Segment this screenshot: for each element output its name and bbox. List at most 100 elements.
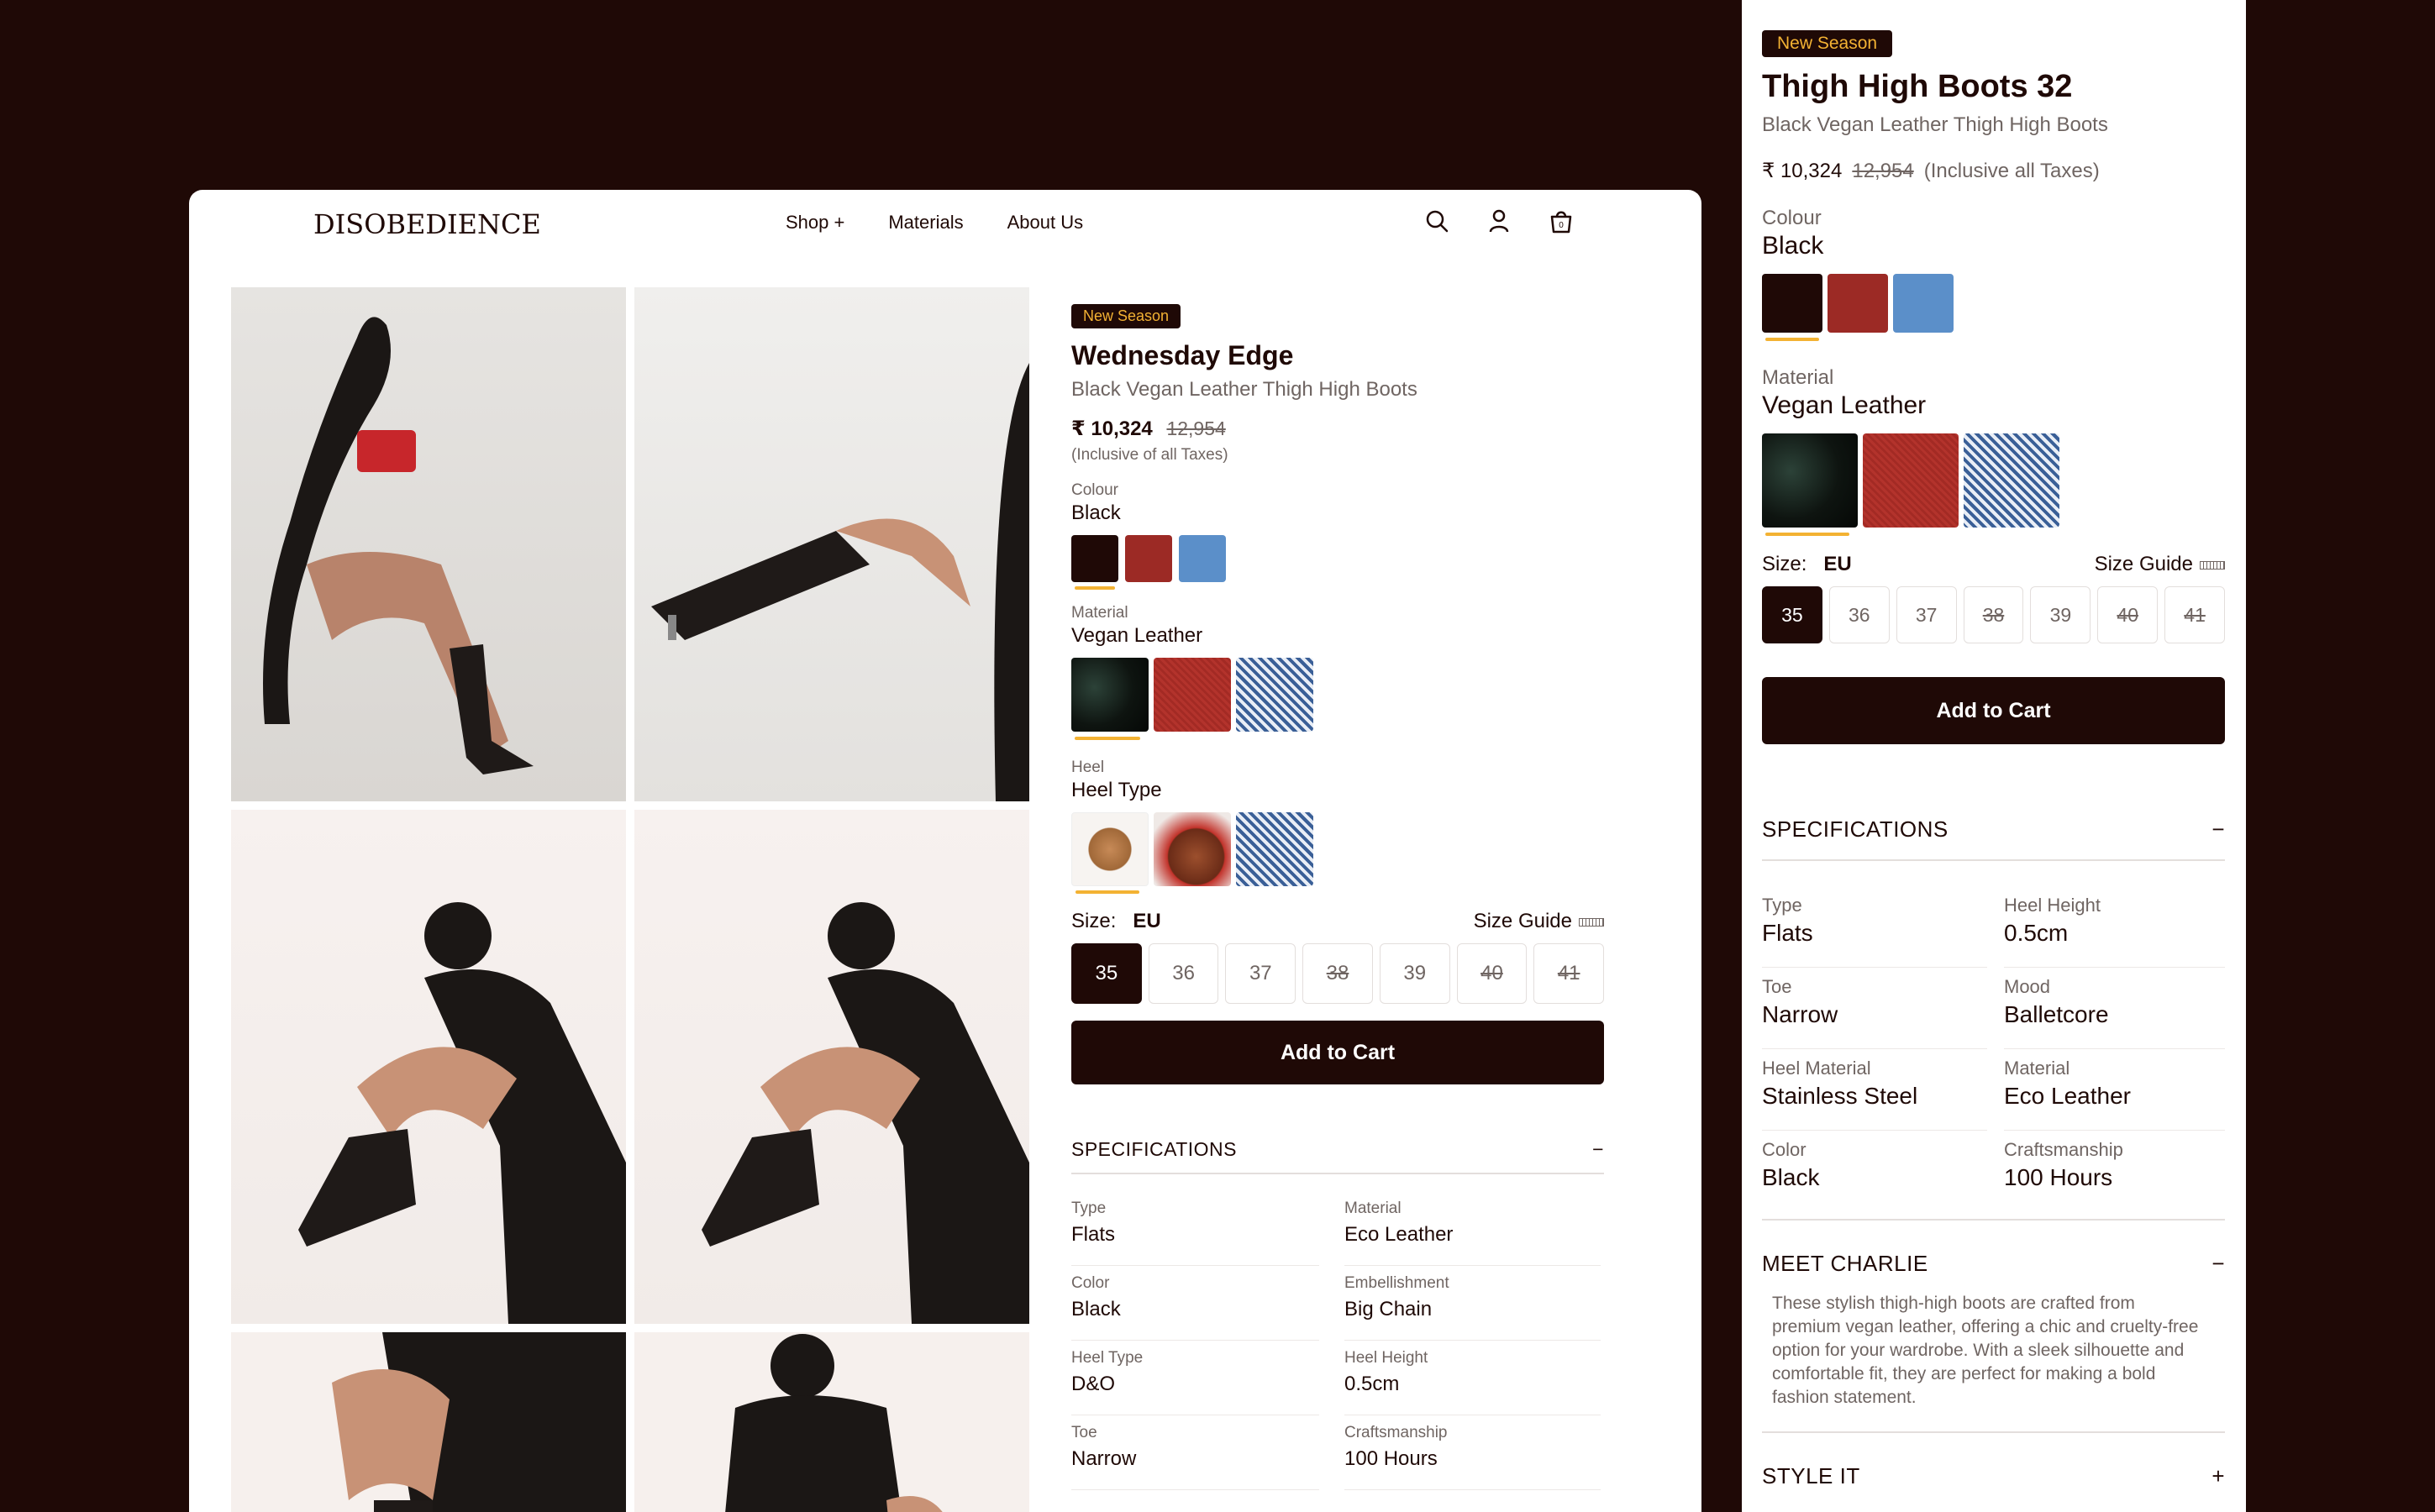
colour-swatch-red[interactable] — [1125, 535, 1172, 582]
spec-label: Type — [1762, 895, 1802, 916]
colour-label: Colour — [1071, 481, 1118, 499]
size-36[interactable]: 36 — [1148, 943, 1219, 1004]
size-37[interactable]: 37 — [1225, 943, 1296, 1004]
size-40[interactable]: 40 — [2097, 586, 2159, 643]
product-photo-3[interactable] — [231, 810, 626, 1324]
search-icon[interactable] — [1424, 208, 1449, 234]
collapse-icon[interactable]: − — [2211, 816, 2225, 843]
size-35[interactable]: 35 — [1071, 943, 1142, 1004]
spec-value: Eco Leather — [2004, 1083, 2131, 1109]
spec-value: D&O — [1071, 1373, 1116, 1395]
colour-swatch-black[interactable] — [1071, 535, 1118, 590]
colour-value: Black — [1071, 501, 1121, 524]
specifications-header[interactable]: SPECIFICATIONS − — [1071, 1138, 1604, 1174]
meet-charlie-header[interactable]: MEET CHARLIE − — [1762, 1251, 2225, 1277]
colour-swatch-blue[interactable] — [1179, 535, 1226, 582]
size-41[interactable]: 41 — [1533, 943, 1605, 1004]
original-price: 12,954 — [1166, 417, 1226, 439]
size-guide-link[interactable]: Size Guide — [1474, 910, 1604, 933]
material-swatch-houndstooth[interactable] — [1964, 433, 2059, 528]
cart-icon[interactable]: 0 — [1549, 208, 1574, 234]
heel-label: Heel — [1071, 759, 1105, 776]
spec-item: Toe Narrow — [1071, 1415, 1319, 1490]
brand-logo[interactable]: DISOBEDIENCE — [313, 208, 541, 240]
ruler-icon — [2200, 560, 2225, 570]
spec-value: Big Chain — [1344, 1298, 1433, 1320]
spec-item: Type Flats — [1762, 886, 1987, 968]
spec-value: Eco Leather — [1344, 1223, 1454, 1246]
colour-swatch-red[interactable] — [1828, 274, 1888, 333]
size-header: Size: EU Size Guide — [1762, 553, 2225, 576]
size-40[interactable]: 40 — [1456, 943, 1528, 1004]
product-photo-6[interactable] — [634, 1332, 1029, 1512]
specifications-header[interactable]: SPECIFICATIONS − — [1762, 816, 2225, 861]
material-swatch-leather[interactable] — [1071, 658, 1149, 740]
product-photo-1[interactable] — [231, 287, 626, 801]
add-to-cart-button[interactable]: Add to Cart — [1071, 1021, 1604, 1084]
colour-swatches — [1762, 274, 2225, 341]
spec-item: Craftsmanship 100 Hours — [2004, 1131, 2225, 1212]
product-gallery — [231, 287, 1029, 1512]
heel-swatch-stacked[interactable] — [1071, 812, 1149, 894]
colour-swatch-blue[interactable] — [1893, 274, 1954, 333]
material-swatch-red-fabric[interactable] — [1154, 658, 1231, 732]
size-39[interactable]: 39 — [1379, 943, 1450, 1004]
size-39[interactable]: 39 — [2030, 586, 2091, 643]
material-swatch-leather[interactable] — [1762, 433, 1858, 536]
spec-label: Embellishment — [1344, 1274, 1449, 1292]
heel-value: Heel Type — [1071, 779, 1162, 801]
expand-icon[interactable]: + — [2211, 1463, 2225, 1489]
add-to-cart-button[interactable]: Add to Cart — [1762, 677, 2225, 744]
material-swatch-red-fabric[interactable] — [1863, 433, 1959, 528]
nav-materials[interactable]: Materials — [888, 212, 963, 234]
spec-label: Craftsmanship — [1344, 1424, 1448, 1441]
size-guide-link[interactable]: Size Guide — [2095, 553, 2225, 576]
collapse-icon[interactable]: − — [1592, 1138, 1604, 1161]
style-it-title: STYLE IT — [1762, 1463, 1860, 1488]
product-photo-5[interactable] — [231, 1332, 626, 1512]
heel-swatches — [1071, 812, 1604, 894]
spec-item: Material Eco Leather — [1344, 1191, 1601, 1266]
size-system[interactable]: EU — [1823, 553, 1851, 575]
nav-shop[interactable]: Shop + — [786, 212, 844, 234]
header-icons: 0 — [1424, 208, 1574, 234]
specifications-grid: Type Flats Material Eco Leather Color Black… — [1071, 1191, 1604, 1490]
spec-item: Mood Balletcore — [2004, 968, 2225, 1049]
colour-swatch-black[interactable] — [1762, 274, 1822, 341]
spec-item: Heel Height 0.5cm — [2004, 886, 2225, 968]
product-photo-4[interactable] — [634, 810, 1029, 1324]
size-36[interactable]: 36 — [1828, 586, 1890, 643]
spec-value: Flats — [1762, 920, 1813, 946]
size-37[interactable]: 37 — [1896, 586, 1957, 643]
style-it-header[interactable]: STYLE IT + — [1762, 1463, 2225, 1489]
tax-note: (Inclusive all Taxes) — [1923, 160, 2100, 182]
spec-item: Heel Material Stainless Steel — [1762, 1049, 1987, 1131]
material-swatch-houndstooth[interactable] — [1236, 658, 1313, 732]
spec-label: Heel Height — [1344, 1349, 1428, 1367]
spec-item: Color Black — [1071, 1266, 1319, 1341]
main-nav: Shop + Materials About Us — [786, 212, 1083, 234]
spec-item: Embellishment Big Chain — [1344, 1266, 1601, 1341]
spec-value: Flats — [1071, 1223, 1116, 1246]
size-guide-label: Size Guide — [1473, 910, 1572, 932]
spec-value: 100 Hours — [1344, 1447, 1438, 1470]
size-guide-label: Size Guide — [2094, 553, 2193, 575]
size-system[interactable]: EU — [1133, 910, 1160, 932]
user-icon[interactable] — [1486, 208, 1512, 234]
heel-swatch-houndstooth[interactable] — [1236, 812, 1313, 886]
spec-value: Black — [1762, 1164, 1820, 1190]
material-value: Vegan Leather — [1071, 624, 1203, 647]
heel-swatch-wood[interactable] — [1154, 812, 1231, 886]
size-38[interactable]: 38 — [1963, 586, 2024, 643]
size-41[interactable]: 41 — [2164, 586, 2226, 643]
size-35[interactable]: 35 — [1762, 586, 1822, 643]
nav-about-us[interactable]: About Us — [1007, 212, 1084, 234]
product-page-mobile: New Season Thigh High Boots 32 Black Veg… — [1742, 0, 2246, 1512]
collapse-icon[interactable]: − — [2211, 1251, 2225, 1277]
size-38[interactable]: 38 — [1302, 943, 1373, 1004]
product-photo-2[interactable] — [634, 287, 1029, 801]
size-label: Size: — [1762, 553, 1807, 575]
meet-charlie-title: MEET CHARLIE — [1762, 1251, 1928, 1276]
material-label: Material — [1071, 604, 1128, 622]
spec-item: Heel Type D&O — [1071, 1341, 1319, 1415]
